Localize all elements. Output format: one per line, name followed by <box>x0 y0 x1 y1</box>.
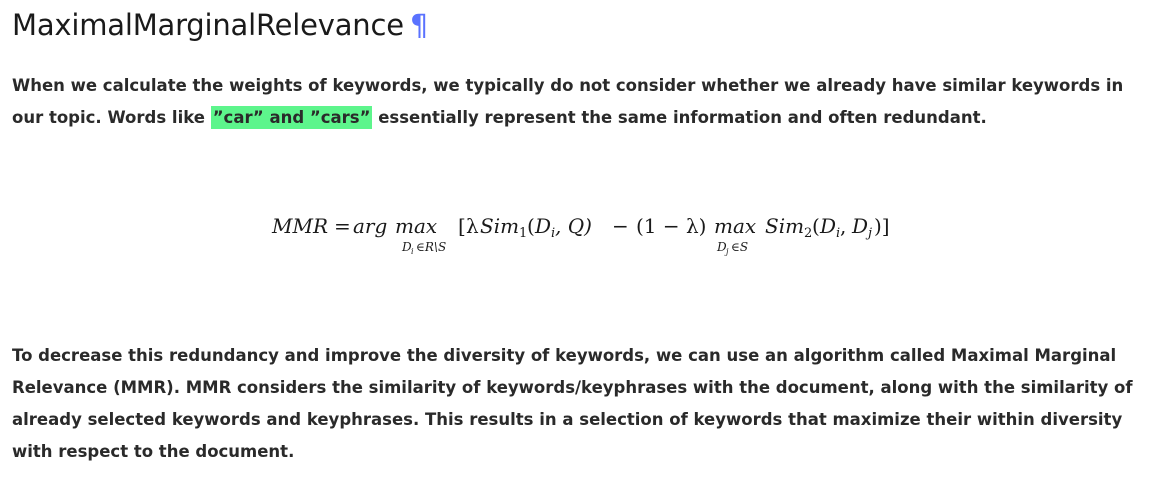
formula-one-minus-lambda: (1 − λ) <box>636 214 706 238</box>
formula-bracket-open: [ <box>458 214 466 238</box>
heading-title: MaximalMarginalRelevance <box>12 8 404 42</box>
formula-equals: = <box>334 214 351 238</box>
formula-sim2-di: D <box>819 214 836 238</box>
mmr-formula: MMR = arg max D i ∈R\S [ λ Sim 1 ( D i ,… <box>271 214 890 256</box>
intro-text-after: essentially represent the same informati… <box>372 108 987 127</box>
formula-sim2: Sim <box>765 214 804 238</box>
formula-sim2-open-paren: ( <box>812 214 820 238</box>
formula-bracket-close: )] <box>874 214 890 238</box>
mmr-paragraph: To decrease this redundancy and improve … <box>12 346 1133 461</box>
formula-max1-sub-set: ∈R\S <box>416 240 446 254</box>
formula-sim1-open-paren: ( <box>527 214 535 238</box>
formula-sim2-comma: , <box>840 214 846 238</box>
formula-lambda: λ <box>466 214 479 238</box>
formula-sim1-di: D <box>534 214 551 238</box>
formula-max-2: max <box>714 214 756 238</box>
section-heading: MaximalMarginalRelevance ¶ <box>12 8 428 42</box>
formula-sim1-q: , Q) <box>555 214 592 238</box>
formula-max2-sub-set: ∈S <box>731 240 748 254</box>
intro-paragraph: When we calculate the weights of keyword… <box>12 70 1152 134</box>
formula-max1-sub-index: i <box>411 247 414 256</box>
formula-minus: − <box>612 214 629 238</box>
highlighted-example: ”car” and ”cars” <box>210 106 373 129</box>
formula-sim1: Sim <box>480 214 519 238</box>
formula-arg: arg <box>353 214 387 238</box>
permalink-anchor[interactable]: ¶ <box>410 8 428 42</box>
formula-max-1: max <box>395 214 437 238</box>
formula-lhs: MMR <box>271 214 328 238</box>
formula-sim2-dj: D <box>851 214 868 238</box>
